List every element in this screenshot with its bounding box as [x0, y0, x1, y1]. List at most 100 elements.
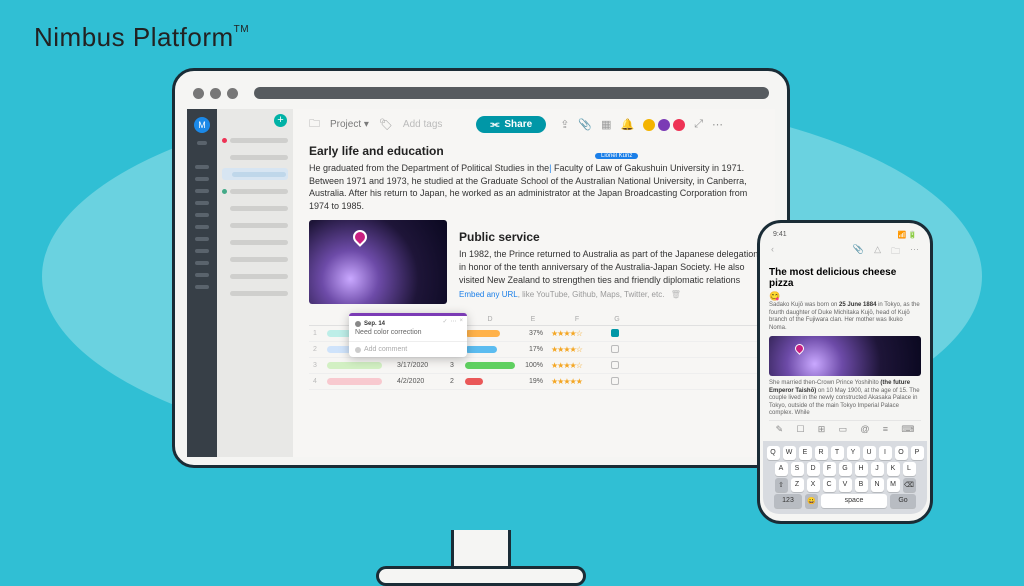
annotation-pin-icon[interactable] — [793, 342, 806, 355]
window-dot[interactable] — [210, 88, 221, 99]
key-x[interactable]: X — [807, 478, 820, 492]
rail-item[interactable] — [195, 213, 209, 217]
table-row[interactable]: 44/2/2020219%★★★★★ — [309, 374, 759, 390]
expand-icon[interactable]: ⤢ — [694, 118, 703, 131]
heading-1[interactable]: Early life and education — [309, 144, 759, 158]
collaborator-avatar[interactable] — [643, 119, 655, 131]
list-item[interactable] — [222, 134, 288, 146]
rail-item[interactable] — [197, 141, 207, 145]
attach-icon[interactable]: 📎 — [853, 244, 864, 260]
list-item[interactable] — [222, 253, 288, 265]
share-button[interactable]: ⫘ Share — [476, 116, 546, 133]
kb-tool-icon[interactable]: @ — [860, 424, 869, 435]
collaborator-avatar[interactable] — [658, 119, 670, 131]
key-m[interactable]: M — [887, 478, 900, 492]
key-⌫[interactable]: ⌫ — [903, 478, 916, 492]
rail-item[interactable] — [195, 177, 209, 181]
key-s[interactable]: S — [791, 462, 804, 476]
key-e[interactable]: E — [799, 446, 812, 460]
more-icon[interactable]: ⋯ — [910, 244, 919, 260]
col-header[interactable]: G — [607, 314, 627, 325]
key-d[interactable]: D — [807, 462, 820, 476]
list-item[interactable] — [222, 219, 288, 231]
close-icon[interactable]: × — [459, 318, 463, 325]
key-go[interactable]: Go — [890, 494, 916, 508]
phone-paragraph[interactable]: She married then-Crown Prince Yoshihito … — [769, 380, 921, 418]
key-q[interactable]: Q — [767, 446, 780, 460]
key-r[interactable]: R — [815, 446, 828, 460]
add-tags-button[interactable]: Add tags — [403, 119, 442, 130]
annotation-pin-icon[interactable] — [350, 227, 370, 247]
col-header[interactable]: D — [461, 314, 519, 325]
key-k[interactable]: K — [887, 462, 900, 476]
phone-image[interactable] — [769, 336, 921, 376]
image-block[interactable] — [309, 220, 447, 304]
add-note-button[interactable]: + — [274, 114, 287, 127]
key-f[interactable]: F — [823, 462, 836, 476]
list-item[interactable] — [222, 151, 288, 163]
key-b[interactable]: B — [855, 478, 868, 492]
attach-icon[interactable]: 📎 — [578, 118, 592, 131]
resolve-icon[interactable]: ✓ — [442, 318, 447, 325]
breadcrumb[interactable]: Project ▾ — [330, 119, 369, 130]
kb-tool-icon[interactable]: ≡ — [883, 424, 888, 435]
embed-placeholder[interactable]: Embed any URL, like YouTube, Github, Map… — [459, 290, 759, 299]
bell-icon[interactable]: △ — [874, 244, 881, 260]
qr-icon[interactable]: ▦ — [601, 118, 611, 131]
paragraph[interactable]: He graduated from the Department of Poli… — [309, 162, 759, 212]
col-header[interactable]: E — [519, 314, 547, 325]
trash-icon[interactable]: 🗑 — [671, 290, 681, 299]
key-n[interactable]: N — [871, 478, 884, 492]
key-y[interactable]: Y — [847, 446, 860, 460]
workspace-avatar[interactable]: M — [194, 117, 210, 133]
window-dot[interactable] — [227, 88, 238, 99]
key-g[interactable]: G — [839, 462, 852, 476]
list-item[interactable] — [222, 168, 288, 180]
bell-icon[interactable]: 🔔 — [621, 118, 635, 131]
key-⇧[interactable]: ⇧ — [775, 478, 788, 492]
key-space[interactable]: space — [821, 494, 887, 508]
list-item[interactable] — [222, 287, 288, 299]
kb-tool-icon[interactable]: ▭ — [839, 424, 848, 435]
list-item[interactable] — [222, 236, 288, 248]
folder-icon[interactable]: 🗀 — [891, 244, 900, 260]
key-😀[interactable]: 😀 — [805, 494, 818, 508]
kb-tool-icon[interactable]: ⊞ — [818, 424, 826, 435]
key-t[interactable]: T — [831, 446, 844, 460]
rail-item[interactable] — [195, 273, 209, 277]
more-icon[interactable]: ⋯ — [712, 118, 723, 131]
list-item[interactable] — [222, 202, 288, 214]
key-w[interactable]: W — [783, 446, 796, 460]
rail-item[interactable] — [195, 261, 209, 265]
key-h[interactable]: H — [855, 462, 868, 476]
kb-tool-icon[interactable]: ⌨ — [901, 424, 914, 435]
list-item[interactable] — [222, 185, 288, 197]
key-l[interactable]: L — [903, 462, 916, 476]
rail-item[interactable] — [195, 249, 209, 253]
col-header[interactable]: F — [547, 314, 607, 325]
key-c[interactable]: C — [823, 478, 836, 492]
key-z[interactable]: Z — [791, 478, 804, 492]
key-u[interactable]: U — [863, 446, 876, 460]
window-dot[interactable] — [193, 88, 204, 99]
key-p[interactable]: P — [911, 446, 924, 460]
rail-item[interactable] — [195, 165, 209, 169]
address-bar[interactable] — [254, 87, 769, 99]
rail-item[interactable] — [195, 189, 209, 193]
rail-item[interactable] — [195, 285, 209, 289]
key-i[interactable]: I — [879, 446, 892, 460]
key-j[interactable]: J — [871, 462, 884, 476]
export-icon[interactable]: ⇪ — [560, 118, 569, 131]
paragraph[interactable]: In 1982, the Prince returned to Australi… — [459, 248, 759, 286]
kb-tool-icon[interactable]: ✎ — [776, 424, 784, 435]
heading-2[interactable]: Public service — [459, 230, 759, 244]
back-icon[interactable]: ‹ — [771, 244, 774, 260]
key-a[interactable]: A — [775, 462, 788, 476]
key-v[interactable]: V — [839, 478, 852, 492]
phone-paragraph[interactable]: Sadako Kujō was born on 25 June 1884 in … — [769, 302, 921, 332]
collaborator-avatar[interactable] — [673, 119, 685, 131]
kb-tool-icon[interactable]: ☐ — [796, 424, 804, 435]
rail-item[interactable] — [195, 225, 209, 229]
table-row[interactable]: 33/17/20203100%★★★★☆ — [309, 358, 759, 374]
rail-item[interactable] — [195, 201, 209, 205]
